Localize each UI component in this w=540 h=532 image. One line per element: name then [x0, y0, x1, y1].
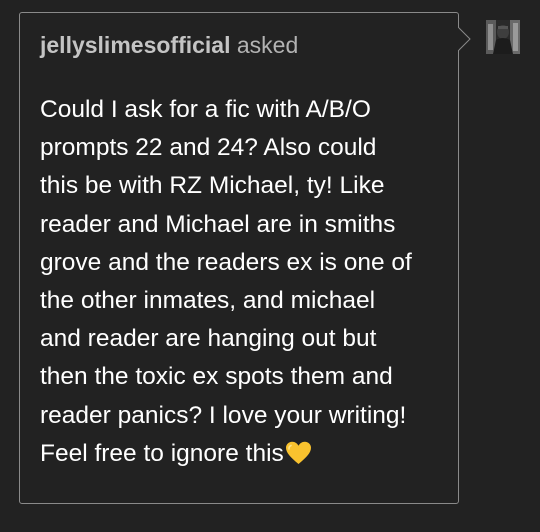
question-line: reader panics? I love your writing! [40, 401, 407, 429]
question-line: grove and the readers ex is one of [40, 248, 412, 276]
question-line: prompts 22 and 24? Also could [40, 134, 377, 162]
question-line-last: Feel free to ignore this [40, 435, 450, 473]
question-line: reader and Michael are in smiths [40, 210, 396, 238]
question-line: and reader are hanging out but [40, 325, 377, 353]
asker-name-link[interactable]: jellyslimesofficial [40, 32, 230, 58]
question-line: Could I ask for a fic with A/B/O [40, 96, 371, 123]
ask-header: jellyslimesofficial asked [40, 31, 298, 59]
ask-question-text: Could I ask for a fic with A/B/O prompts… [40, 91, 450, 473]
asker-avatar[interactable] [486, 20, 520, 54]
question-line-text: Feel free to ignore this [40, 439, 284, 467]
ask-box: jellyslimesofficial asked Could I ask fo… [19, 12, 459, 504]
question-line: then the toxic ex spots them and [40, 363, 393, 391]
asked-label: asked [236, 32, 299, 58]
question-line: this be with RZ Michael, ty! Like [40, 172, 385, 200]
question-line: the other inmates, and michael [40, 287, 376, 315]
yellow-heart-icon [285, 439, 312, 464]
